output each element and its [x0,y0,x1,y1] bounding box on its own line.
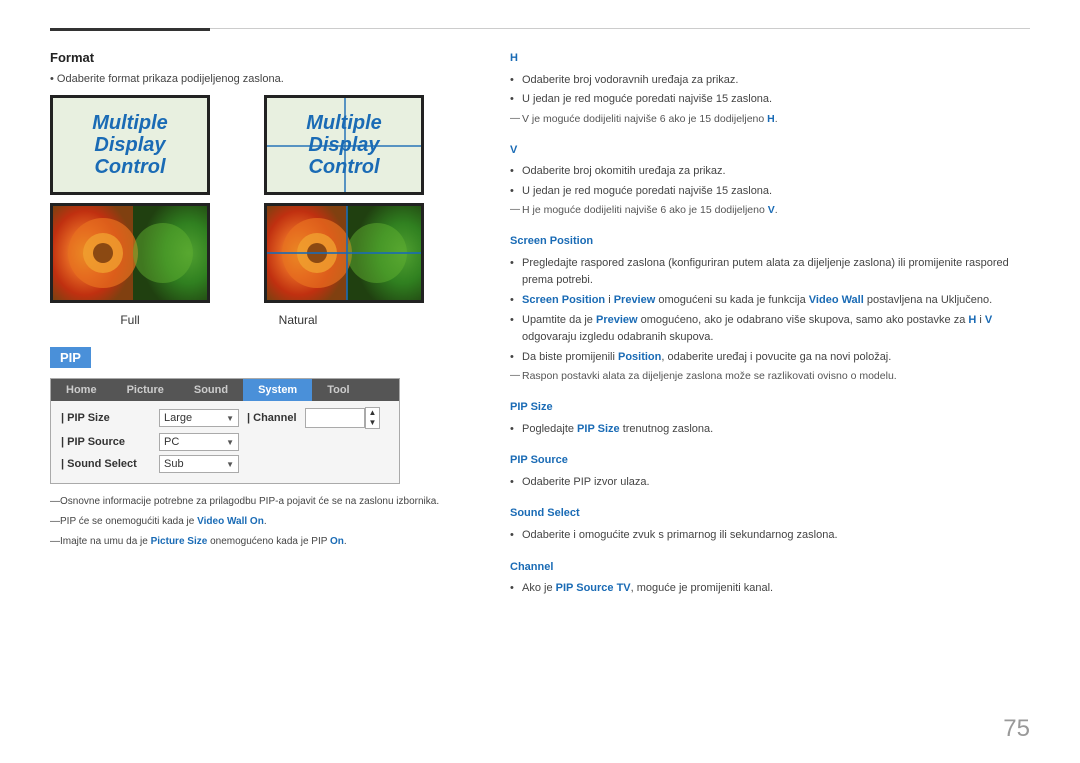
sound-select-bullet-1: Odaberite i omogućite zvuk s primarnog i… [510,527,1030,545]
screen-position-section: Screen Position Pregledajte raspored zas… [510,233,1030,385]
sp-bullet-4: Da biste promijenili Position, odaberite… [510,349,1030,367]
h-bullet-2: U jedan je red moguće poredati najviše 1… [510,91,1030,109]
pip-size-heading: PIP Size [510,399,1030,417]
sp-bullet-2: Screen Position i Preview omogućeni su k… [510,292,1030,310]
h-label: H [510,50,1030,68]
pip-size-label: | PIP Size [61,412,151,424]
pip-source-row: | PIP Source PC ▼ [61,433,389,451]
sound-select-heading: Sound Select [510,505,1030,523]
channel-section: Channel Ako je PIP Source TV, moguće je … [510,559,1030,598]
pip-source-label: | PIP Source [61,436,151,448]
pip-badge: PIP [50,347,91,368]
display-box-1-text: MultipleDisplayControl [92,112,168,178]
channel-heading: Channel [510,559,1030,577]
channel-bullet-1: Ako je PIP Source TV, moguće je promijen… [510,580,1030,598]
flower-svg-natural [267,203,421,303]
pip-body: | PIP Size Large ▼ | Channel ▲ ▼ [51,401,399,483]
format-desc: Odaberite format prikaza podijeljenog za… [50,73,470,85]
pip-channel-input[interactable] [305,408,365,428]
pip-note-1: Osnovne informacije potrebne za prilagod… [50,494,470,510]
h-note-bold: H [767,113,775,125]
pip-section: PIP Home Picture Sound System Tool [50,347,470,550]
sound-select-section: Sound Select Odaberite i omogućite zvuk … [510,505,1030,544]
sound-select-label: | Sound Select [61,458,151,470]
h-section: H Odaberite broj vodoravnih uređaja za p… [510,50,1030,128]
display-box-2-text: MultipleDisplayControl [306,112,382,178]
pip-channel-control: ▲ ▼ [305,407,381,429]
h-note: V je moguće dodijeliti najviše 6 ako je … [510,111,1030,128]
v-bullet-2: U jedan je red moguće poredati najviše 1… [510,183,1030,201]
pip-size-bullet-1: Pogledajte PIP Size trenutnog zaslona. [510,421,1030,439]
pip-tabs: Home Picture Sound System Tool [51,379,399,401]
sp-note: Raspon postavki alata za dijeljenje zasl… [510,368,1030,385]
h-bullet-1: Odaberite broj vodoravnih uređaja za pri… [510,72,1030,90]
tab-picture[interactable]: Picture [112,379,179,401]
right-column: H Odaberite broj vodoravnih uređaja za p… [510,50,1030,612]
v-label: V [510,142,1030,160]
pip-size-section: PIP Size Pogledajte PIP Size trenutnog z… [510,399,1030,438]
display-box-3 [50,203,210,303]
sound-select-arrow: ▼ [226,460,234,469]
pip-channel-label: | Channel [247,412,297,424]
sound-select-row: | Sound Select Sub ▼ [61,455,389,473]
flower-svg-full [53,203,207,303]
pip-notes: Osnovne informacije potrebne za prilagod… [50,494,470,550]
pip-channel-spinner[interactable]: ▲ ▼ [365,407,381,429]
pip-note-3-link2: On [330,536,344,547]
pip-source-arrow: ▼ [226,438,234,447]
v-section: V Odaberite broj okomitih uređaja za pri… [510,142,1030,220]
pip-size-arrow: ▼ [226,414,234,423]
screen-position-heading: Screen Position [510,233,1030,251]
pip-note-2-link: Video Wall On [197,516,264,527]
label-full: Full [50,313,210,327]
pip-spinner-down[interactable]: ▼ [366,418,380,428]
v-bullet-1: Odaberite broj okomitih uređaja za prika… [510,163,1030,181]
image-labels: Full Natural [50,313,470,327]
pip-source-section: PIP Source Odaberite PIP izvor ulaza. [510,452,1030,491]
tab-sound[interactable]: Sound [179,379,243,401]
sound-select-value: Sub [164,458,184,470]
pip-note-3: Imajte na umu da je Picture Size onemogu… [50,534,470,550]
display-box-2: MultipleDisplayControl [264,95,424,195]
pip-source-bullet-1: Odaberite PIP izvor ulaza. [510,474,1030,492]
sound-select-select[interactable]: Sub ▼ [159,455,239,473]
pip-size-select[interactable]: Large ▼ [159,409,239,427]
page-number: 75 [1003,715,1030,743]
pip-size-row: | PIP Size Large ▼ | Channel ▲ ▼ [61,407,389,429]
display-box-1: MultipleDisplayControl [50,95,210,195]
pip-source-value: PC [164,436,179,448]
pip-ui-box: Home Picture Sound System Tool | PIP Siz… [50,378,400,484]
pip-source-heading: PIP Source [510,452,1030,470]
display-box-4 [264,203,424,303]
left-column: Format Odaberite format prikaza podijelj… [50,50,470,612]
tab-tool[interactable]: Tool [312,379,364,401]
format-section: Format Odaberite format prikaza podijelj… [50,50,470,327]
pip-spinner-up[interactable]: ▲ [366,408,380,418]
pip-size-value: Large [164,412,192,424]
pip-note-2: PIP će se onemogućiti kada je Video Wall… [50,514,470,530]
pip-note-3-link1: Picture Size [151,536,208,547]
display-grid: MultipleDisplayControl MultipleDisplayCo… [50,95,470,303]
v-note-bold: V [768,204,775,216]
v-note: H je moguće dodijeliti najviše 6 ako je … [510,202,1030,219]
pip-source-select[interactable]: PC ▼ [159,433,239,451]
label-natural: Natural [218,313,378,327]
sp-bullet-1: Pregledajte raspored zaslona (konfigurir… [510,255,1030,290]
tab-system[interactable]: System [243,379,312,401]
format-title: Format [50,50,470,65]
tab-home[interactable]: Home [51,379,112,401]
sp-bullet-3: Upamtite da je Preview omogućeno, ako je… [510,312,1030,347]
